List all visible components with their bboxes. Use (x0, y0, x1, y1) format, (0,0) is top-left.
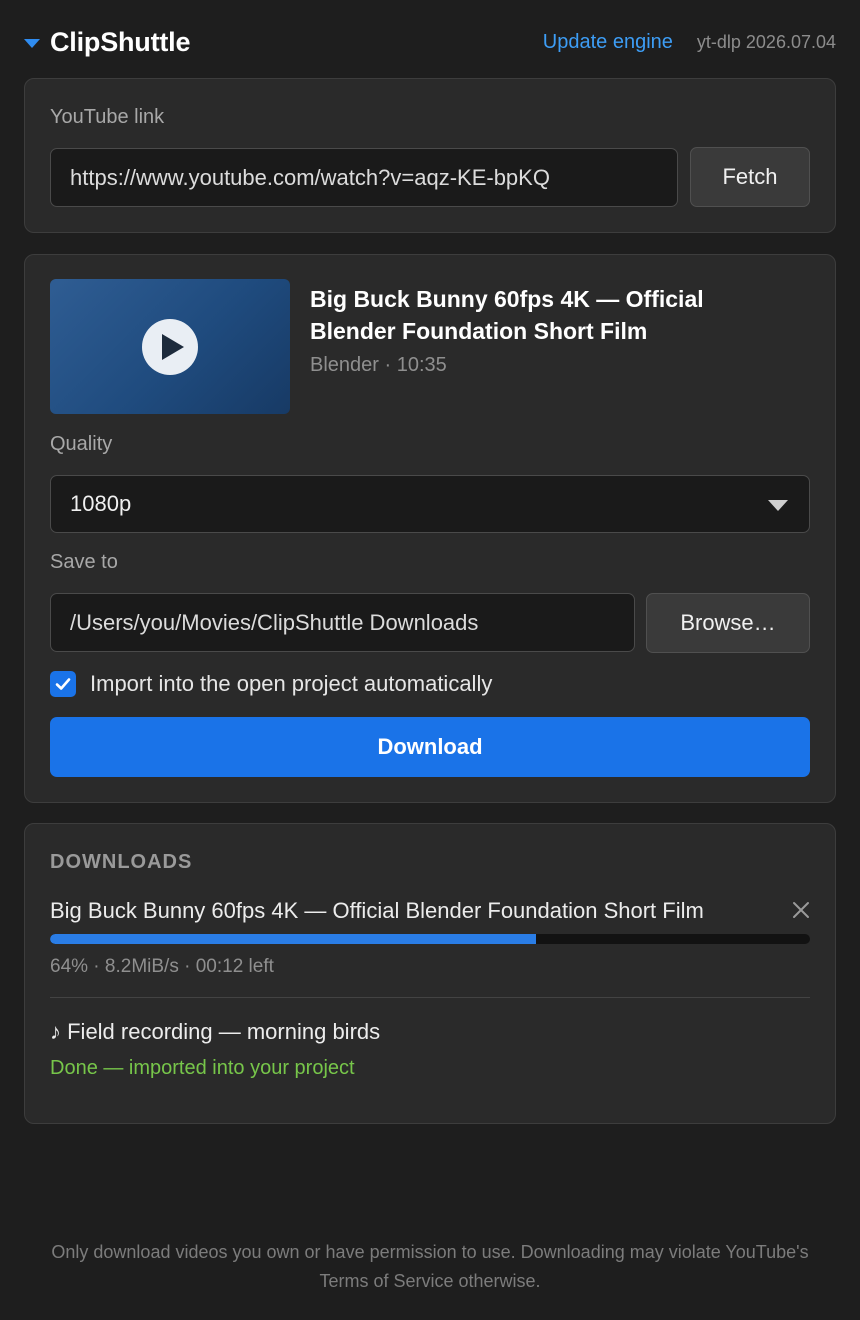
engine-version-label: yt-dlp 2026.07.04 (696, 31, 836, 52)
video-thumbnail[interactable] (50, 279, 290, 414)
quality-select-value: 1080p (70, 491, 132, 516)
link-panel: YouTube link https://www.youtube.com/wat… (24, 78, 836, 233)
play-icon[interactable] (142, 318, 198, 375)
video-meta: Blender · 10:35 (310, 354, 447, 376)
quality-label: Quality (50, 433, 113, 455)
footer-disclaimer: Only download videos you own or have per… (51, 1242, 809, 1291)
header-actions: Update engine yt-dlp 2026.07.04 (543, 31, 836, 54)
download-item-title: Big Buck Bunny 60fps 4K — Official Blend… (50, 898, 704, 923)
update-engine-link[interactable]: Update engine (543, 31, 673, 54)
import-checkbox-label: Import into the open project automatical… (90, 671, 493, 696)
close-icon[interactable] (791, 900, 811, 920)
checkmark-icon (55, 678, 71, 690)
downloads-heading: DOWNLOADS (50, 851, 193, 873)
import-option[interactable]: Import into the open project automatical… (50, 671, 492, 697)
quality-select[interactable]: 1080p (50, 475, 810, 533)
download-stats: 64% · 8.2MiB/s · 00:12 left (50, 956, 274, 977)
video-panel: Big Buck Bunny 60fps 4K — Official Blend… (24, 254, 836, 803)
browse-button[interactable]: Browse… (646, 593, 810, 653)
download-item-title: ♪ Field recording — morning birds (50, 1019, 381, 1044)
download-progress-fill (50, 934, 537, 944)
import-checkbox[interactable] (50, 671, 76, 697)
download-button[interactable]: Download (50, 717, 810, 777)
divider (50, 997, 810, 998)
save-path-input[interactable]: /Users/you/Movies/ClipShuttle Downloads (50, 593, 635, 652)
download-progress-bar (50, 934, 810, 944)
app-header: ClipShuttle Update engine yt-dlp 2026.07… (24, 22, 836, 62)
downloads-panel: DOWNLOADS Big Buck Bunny 60fps 4K — Offi… (24, 823, 836, 1124)
fetch-button[interactable]: Fetch (690, 147, 810, 207)
youtube-link-label: YouTube link (50, 106, 165, 128)
chevron-down-icon (768, 500, 788, 511)
youtube-url-input[interactable]: https://www.youtube.com/watch?v=aqz-KE-b… (50, 148, 678, 207)
download-status-done: Done — imported into your project (50, 1057, 355, 1079)
app-title: ClipShuttle (50, 26, 191, 57)
save-to-label: Save to (50, 551, 118, 573)
video-title: Big Buck Bunny 60fps 4K — Official Blend… (310, 286, 704, 344)
collapse-triangle-icon[interactable] (24, 38, 40, 48)
